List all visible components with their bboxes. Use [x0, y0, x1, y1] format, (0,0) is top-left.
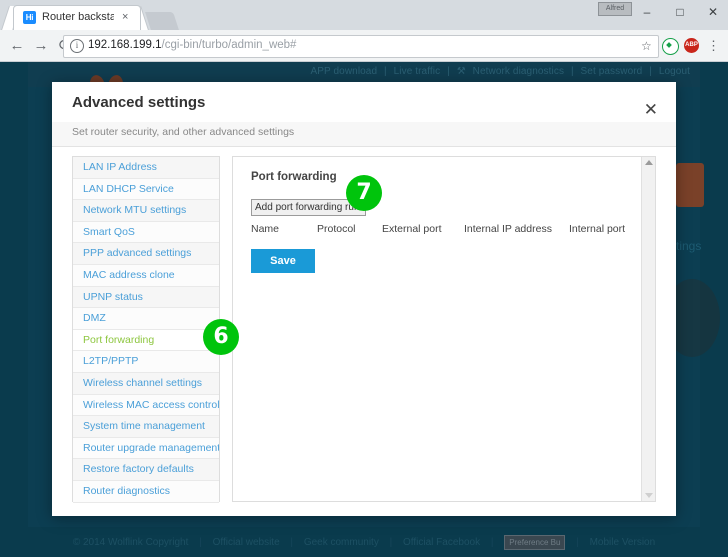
column-header-internal-ip: Internal IP address	[464, 223, 552, 235]
window-maximize-button[interactable]: □	[665, 2, 695, 22]
scroll-down-arrow-icon[interactable]	[645, 493, 653, 498]
tab-title: Router backstage	[42, 11, 114, 23]
step-badge-6: 6	[203, 319, 239, 355]
background-accent-right	[676, 163, 704, 207]
column-header-name: Name	[251, 223, 280, 235]
sidebar-item-router-diagnostics[interactable]: Router diagnostics	[73, 480, 219, 503]
dialog-header: Advanced settings ✕ Set router security,…	[52, 82, 676, 146]
back-button[interactable]: ←	[8, 37, 26, 55]
dialog-subtitle-bar: Set router security, and other advanced …	[52, 122, 676, 146]
topnav-sep-3: |	[570, 66, 574, 77]
new-tab-button[interactable]	[145, 12, 179, 30]
scroll-up-arrow-icon[interactable]	[645, 160, 653, 165]
topnav-app-download[interactable]: APP download	[311, 66, 378, 77]
topnav-sep-4: |	[649, 66, 652, 77]
footer-copyright: © 2014 Wolflink Copyright	[72, 537, 189, 548]
dialog-sidebar-menu: LAN IP Address LAN DHCP Service Network …	[72, 156, 220, 503]
site-info-icon[interactable]: i	[70, 39, 84, 53]
adblock-extension-icon[interactable]: ABP	[684, 38, 699, 53]
sidebar-item-mac-address-clone[interactable]: MAC address clone	[73, 264, 219, 287]
url-path: /cgi-bin/turbo/admin_web#	[161, 39, 297, 51]
browser-toolbar: ← → ⟳ i 192.168.199.1/cgi-bin/turbo/admi…	[0, 30, 728, 62]
sidebar-item-restore-factory-defaults[interactable]: Restore factory defaults	[73, 459, 219, 481]
port-forwarding-table-header: Name Protocol External port Internal IP …	[251, 223, 631, 239]
step-badge-7: 7	[346, 175, 382, 211]
dialog-title: Advanced settings	[72, 94, 206, 111]
footer-sep-2: |	[290, 537, 294, 548]
topnav-sep-2: |	[447, 66, 450, 77]
sidebar-item-lan-ip-address[interactable]: LAN IP Address	[73, 157, 219, 179]
sidebar-item-lan-dhcp-service[interactable]: LAN DHCP Service	[73, 178, 219, 201]
sidebar-item-wireless-mac-access-control[interactable]: Wireless MAC access control	[73, 394, 219, 417]
footer-link-official-facebook[interactable]: Official Facebook	[403, 537, 480, 548]
column-header-protocol: Protocol	[317, 223, 356, 235]
topnav-sep-1: |	[384, 66, 387, 77]
footer-link-geek-community[interactable]: Geek community	[304, 537, 379, 548]
sidebar-item-dmz[interactable]: DMZ	[73, 308, 219, 330]
footer-sep-4: |	[490, 537, 494, 548]
footer-link-official-website[interactable]: Official website	[213, 537, 280, 548]
sidebar-item-router-upgrade-management[interactable]: Router upgrade management	[73, 437, 219, 460]
tab-close-icon[interactable]: ×	[122, 11, 128, 23]
page-title: Port forwarding	[251, 171, 337, 183]
close-icon[interactable]: ✕	[644, 101, 658, 118]
dialog-subtitle: Set router security, and other advanced …	[72, 126, 295, 138]
router-topnav-links: APP download | Live traffic | ⚒ Network …	[309, 66, 693, 77]
compass-extension-icon[interactable]	[662, 38, 679, 55]
window-close-button[interactable]: ✕	[698, 2, 728, 22]
sidebar-item-system-time-management[interactable]: System time management	[73, 416, 219, 438]
sidebar-item-wireless-channel-settings[interactable]: Wireless channel settings	[73, 372, 219, 395]
topnav-set-password[interactable]: Set password	[581, 66, 643, 77]
bookmark-star-icon[interactable]: ☆	[641, 39, 652, 53]
forward-button[interactable]: →	[32, 37, 50, 55]
dialog-divider	[52, 146, 676, 147]
column-header-internal-port: Internal port	[569, 223, 626, 235]
footer-sep-1: |	[199, 537, 202, 548]
screen: APP download | Live traffic | ⚒ Network …	[0, 0, 728, 557]
address-bar-url: 192.168.199.1/cgi-bin/turbo/admin_web#	[88, 39, 296, 51]
sidebar-item-ppp-advanced-settings[interactable]: PPP advanced settings	[73, 243, 219, 265]
topnav-logout[interactable]: Logout	[659, 66, 690, 77]
footer-preference-button[interactable]: Preference Bu	[504, 534, 566, 550]
window-minimize-button[interactable]: –	[632, 2, 662, 22]
sidebar-item-l2tp-pptp[interactable]: L2TP/PPTP	[73, 351, 219, 373]
sidebar-item-network-mtu-settings[interactable]: Network MTU settings	[73, 200, 219, 222]
sidebar-item-upnp-status[interactable]: UPNP status	[73, 286, 219, 309]
topnav-network-diagnostics[interactable]: Network diagnostics	[473, 66, 564, 77]
router-footer: © 2014 Wolflink Copyright | Official web…	[28, 529, 700, 557]
save-button[interactable]: Save	[251, 249, 315, 273]
url-host: 192.168.199.1	[88, 39, 162, 51]
sidebar-item-port-forwarding[interactable]: Port forwarding	[73, 329, 219, 352]
sidebar-item-smart-qos[interactable]: Smart QoS	[73, 221, 219, 244]
footer-sep-5: |	[576, 537, 579, 548]
favicon-icon: Hi	[23, 11, 36, 24]
footer-link-mobile-version[interactable]: Mobile Version	[590, 537, 656, 548]
alfred-badge: Alfred	[598, 2, 632, 16]
advanced-settings-dialog: Advanced settings ✕ Set router security,…	[52, 82, 676, 516]
topnav-live-traffic[interactable]: Live traffic	[394, 66, 441, 77]
browser-titlebar: Hi Router backstage × Alfred – □ ✕	[0, 0, 728, 30]
network-diagnostics-icon: ⚒	[456, 66, 466, 77]
browser-menu-icon[interactable]: ⋮	[707, 37, 720, 54]
footer-sep-3: |	[389, 537, 393, 548]
content-scrollbar[interactable]	[641, 157, 655, 501]
column-header-external-port: External port	[382, 223, 442, 235]
dialog-content-panel: Port forwarding Add port forwarding rule…	[232, 156, 656, 502]
